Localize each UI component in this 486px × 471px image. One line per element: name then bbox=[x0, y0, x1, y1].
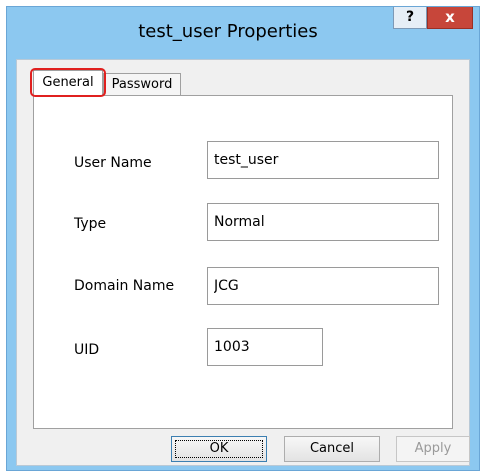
user-name-field[interactable] bbox=[207, 141, 439, 179]
uid-field[interactable] bbox=[207, 328, 323, 366]
properties-dialog: test_user Properties ? x General Passwor… bbox=[6, 6, 480, 471]
dialog-body: General Password User Name Type Domain N… bbox=[16, 59, 470, 466]
type-label: Type bbox=[74, 216, 107, 232]
uid-label: UID bbox=[74, 342, 100, 358]
close-button[interactable]: x bbox=[427, 7, 473, 29]
domain-name-label: Domain Name bbox=[74, 278, 175, 294]
tab-password[interactable]: Password bbox=[103, 73, 181, 95]
focus-ring bbox=[175, 440, 263, 458]
apply-button[interactable]: Apply bbox=[396, 436, 470, 462]
general-tab-panel: User Name Type Domain Name UID bbox=[33, 95, 453, 429]
user-name-label: User Name bbox=[74, 155, 152, 171]
domain-name-field[interactable] bbox=[207, 267, 439, 305]
title-bar[interactable]: test_user Properties ? x bbox=[7, 7, 479, 59]
type-field[interactable] bbox=[207, 203, 439, 241]
tab-general[interactable]: General bbox=[33, 70, 103, 96]
cancel-button[interactable]: Cancel bbox=[284, 436, 380, 462]
ok-button[interactable]: OK bbox=[171, 436, 267, 462]
help-button[interactable]: ? bbox=[393, 7, 427, 29]
